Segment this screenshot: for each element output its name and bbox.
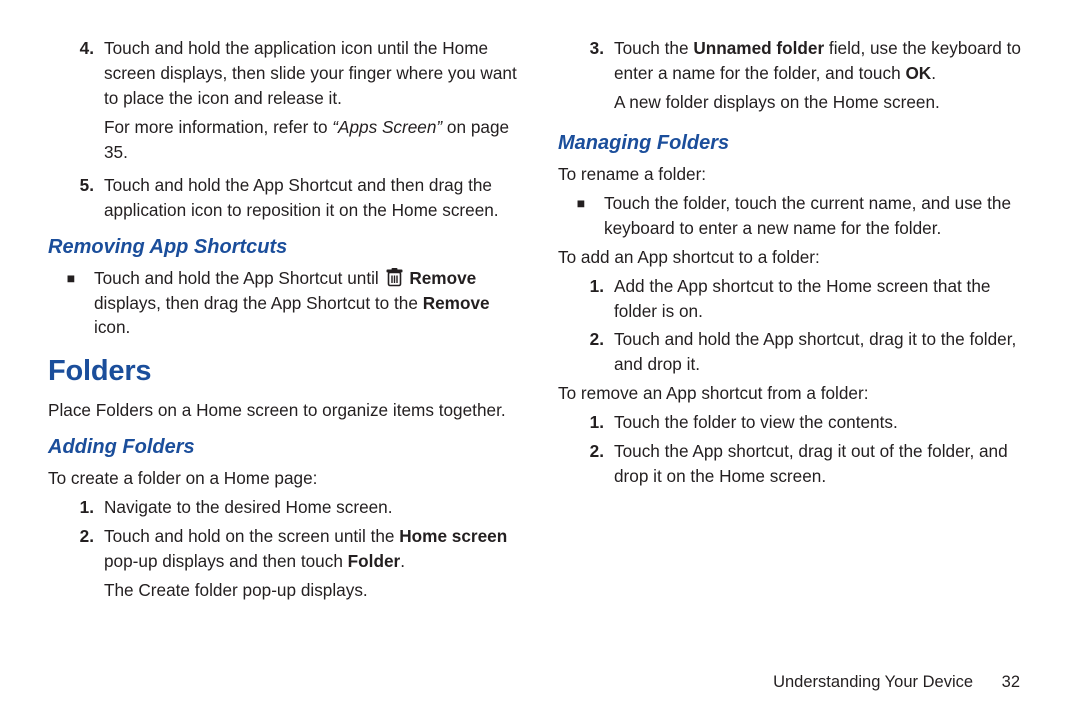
list-item: 5. Touch and hold the App Shortcut and t… xyxy=(48,173,522,223)
text-italic: “Apps Screen” xyxy=(332,117,442,137)
list-item: 1. Navigate to the desired Home screen. xyxy=(48,495,522,520)
trash-icon xyxy=(386,268,403,287)
step-number: 1. xyxy=(48,495,104,520)
step-text: Touch the App shortcut, drag it out of t… xyxy=(614,439,1032,489)
intro-text: To remove an App shortcut from a folder: xyxy=(558,381,1032,406)
continued-steps-right: 3. Touch the Unnamed folder field, use t… xyxy=(558,36,1032,119)
text: Touch and hold on the screen until the xyxy=(104,526,399,546)
reference-note: For more information, refer to “Apps Scr… xyxy=(104,115,522,165)
text: pop-up displays and then touch xyxy=(104,551,348,571)
step-number: 4. xyxy=(48,36,104,169)
step-number: 1. xyxy=(558,274,614,324)
text: Touch and hold the App Shortcut until xyxy=(94,268,384,288)
text: displays, then drag the App Shortcut to … xyxy=(94,293,423,313)
step-number: 5. xyxy=(48,173,104,223)
step-text: Navigate to the desired Home screen. xyxy=(104,495,522,520)
list-item: 2. Touch the App shortcut, drag it out o… xyxy=(558,439,1032,489)
text: icon. xyxy=(94,317,130,337)
adding-steps-list: 1. Navigate to the desired Home screen. … xyxy=(48,495,522,607)
manual-page: 4. Touch and hold the application icon u… xyxy=(0,0,1080,720)
subsection-heading: Managing Folders xyxy=(558,129,1032,158)
text-bold: Remove xyxy=(423,293,490,313)
right-column: 3. Touch the Unnamed folder field, use t… xyxy=(558,32,1032,611)
text: . xyxy=(931,63,936,83)
list-item: 1. Add the App shortcut to the Home scre… xyxy=(558,274,1032,324)
step-text: Touch the Unnamed folder field, use the … xyxy=(614,36,1032,119)
step-text: Add the App shortcut to the Home screen … xyxy=(614,274,1032,324)
bullet-glyph: ■ xyxy=(48,266,94,341)
add-shortcut-steps: 1. Add the App shortcut to the Home scre… xyxy=(558,274,1032,378)
list-item: 3. Touch the Unnamed folder field, use t… xyxy=(558,36,1032,119)
list-item: 1. Touch the folder to view the contents… xyxy=(558,410,1032,435)
intro-text: To create a folder on a Home page: xyxy=(48,466,522,491)
text: Touch the xyxy=(614,38,693,58)
subsection-heading: Removing App Shortcuts xyxy=(48,233,522,262)
step-text: Touch and hold on the screen until the H… xyxy=(104,524,522,607)
step-text: Touch the folder to view the contents. xyxy=(614,410,1032,435)
step-number: 3. xyxy=(558,36,614,119)
left-column: 4. Touch and hold the application icon u… xyxy=(48,32,522,611)
list-item: ■ Touch and hold the App Shortcut until xyxy=(48,266,522,341)
page-footer: Understanding Your Device 32 xyxy=(773,673,1020,692)
step-number: 2. xyxy=(558,439,614,489)
bullet-list: ■ Touch the folder, touch the current na… xyxy=(558,191,1032,241)
text: For more information, refer to xyxy=(104,117,332,137)
text: Touch and hold the application icon unti… xyxy=(104,38,517,108)
footer-section: Understanding Your Device xyxy=(773,673,973,691)
list-item: 2. Touch and hold the App shortcut, drag… xyxy=(558,327,1032,377)
step-note: The Create folder pop-up displays. xyxy=(104,578,522,603)
section-desc: Place Folders on a Home screen to organi… xyxy=(48,398,522,423)
step-number: 1. xyxy=(558,410,614,435)
text-bold: OK xyxy=(905,63,931,83)
page-number: 32 xyxy=(1002,673,1020,691)
intro-text: To rename a folder: xyxy=(558,162,1032,187)
text-bold: Folder xyxy=(348,551,401,571)
list-item: 4. Touch and hold the application icon u… xyxy=(48,36,522,169)
bullet-glyph: ■ xyxy=(558,191,604,241)
bullet-list: ■ Touch and hold the App Shortcut until xyxy=(48,266,522,341)
continued-steps-list: 4. Touch and hold the application icon u… xyxy=(48,36,522,223)
bullet-text: Touch and hold the App Shortcut until Re… xyxy=(94,266,522,341)
step-text: Touch and hold the application icon unti… xyxy=(104,36,522,169)
list-item: ■ Touch the folder, touch the current na… xyxy=(558,191,1032,241)
step-note: A new folder displays on the Home screen… xyxy=(614,90,1032,115)
list-item: 2. Touch and hold on the screen until th… xyxy=(48,524,522,607)
remove-shortcut-steps: 1. Touch the folder to view the contents… xyxy=(558,410,1032,489)
step-number: 2. xyxy=(558,327,614,377)
text-bold: Home screen xyxy=(399,526,507,546)
intro-text: To add an App shortcut to a folder: xyxy=(558,245,1032,270)
text: . xyxy=(400,551,405,571)
columns: 4. Touch and hold the application icon u… xyxy=(48,32,1032,611)
step-text: Touch and hold the App shortcut, drag it… xyxy=(614,327,1032,377)
text-bold: Remove xyxy=(409,268,476,288)
step-text: Touch and hold the App Shortcut and then… xyxy=(104,173,522,223)
subsection-heading: Adding Folders xyxy=(48,433,522,462)
section-heading: Folders xyxy=(48,350,522,392)
bullet-text: Touch the folder, touch the current name… xyxy=(604,191,1032,241)
step-number: 2. xyxy=(48,524,104,607)
text-bold: Unnamed folder xyxy=(693,38,824,58)
